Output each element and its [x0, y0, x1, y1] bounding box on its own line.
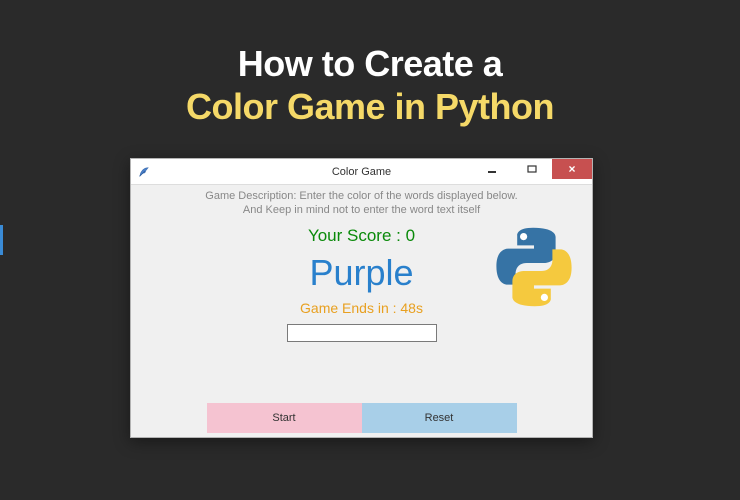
maximize-icon	[527, 164, 537, 174]
app-window-container: Color Game × Game Descript	[130, 158, 593, 438]
button-row: Start Reset	[131, 403, 592, 433]
window-controls: ×	[472, 159, 592, 179]
python-logo-icon	[490, 223, 578, 311]
color-game-window: Color Game × Game Descript	[130, 158, 593, 438]
window-content: Game Description: Enter the color of the…	[131, 185, 592, 437]
close-icon: ×	[568, 162, 575, 176]
description-line-1: Game Description: Enter the color of the…	[205, 189, 517, 203]
maximize-button[interactable]	[512, 159, 552, 179]
start-button[interactable]: Start	[207, 403, 362, 433]
decorative-edge	[0, 225, 3, 255]
headline-line-2: Color Game in Python	[0, 85, 740, 128]
score-label: Your Score : 0	[308, 226, 415, 246]
game-description: Game Description: Enter the color of the…	[205, 189, 517, 218]
headline-line-1: How to Create a	[0, 42, 740, 85]
window-titlebar: Color Game ×	[131, 159, 592, 185]
article-headline: How to Create a Color Game in Python	[0, 0, 740, 128]
color-entry-input[interactable]	[287, 324, 437, 342]
window-title: Color Game	[332, 166, 391, 178]
feather-icon	[137, 165, 151, 179]
reset-button[interactable]: Reset	[362, 403, 517, 433]
minimize-icon	[487, 164, 497, 174]
color-word-label: Purple	[309, 252, 413, 294]
description-line-2: And Keep in mind not to enter the word t…	[205, 203, 517, 217]
timer-label: Game Ends in : 48s	[300, 300, 423, 316]
close-button[interactable]: ×	[552, 159, 592, 179]
minimize-button[interactable]	[472, 159, 512, 179]
